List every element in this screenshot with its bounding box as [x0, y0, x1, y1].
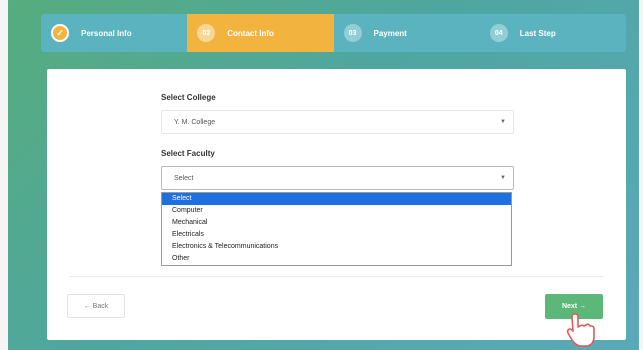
progress-steps: ✓ Personal Info 02 Contact Info 03 Payme…	[41, 14, 626, 52]
option-electronics-telecom[interactable]: Electronics & Telecommunications	[162, 241, 511, 253]
check-icon: ✓	[51, 24, 69, 42]
faculty-select[interactable]: Select ▼	[161, 166, 514, 190]
college-value: Y. M. College	[174, 119, 216, 126]
step-label: Contact Info	[227, 28, 274, 38]
step-label: Last Step	[519, 28, 556, 38]
chevron-down-icon: ▼	[500, 119, 506, 125]
divider	[69, 276, 604, 277]
option-select[interactable]: Select	[162, 193, 511, 205]
step-number: 03	[343, 24, 362, 42]
hand-pointer-icon	[566, 313, 595, 347]
step-number: 02	[197, 24, 216, 42]
step-contact-info[interactable]: 02 Contact Info	[187, 14, 334, 52]
step-label: Personal Info	[81, 28, 132, 38]
faculty-dropdown-list: Select Computer Mechanical Electricals E…	[161, 192, 512, 266]
step-last-step[interactable]: 04 Last Step	[480, 14, 626, 52]
step-personal-info[interactable]: ✓ Personal Info	[41, 14, 187, 52]
option-electricals[interactable]: Electricals	[162, 229, 511, 241]
option-other[interactable]: Other	[162, 253, 511, 265]
option-mechanical[interactable]: Mechanical	[162, 217, 511, 229]
form-card: Select College Y. M. College ▼ Select Fa…	[47, 69, 626, 340]
step-payment[interactable]: 03 Payment	[334, 14, 480, 52]
college-select[interactable]: Y. M. College ▼	[161, 110, 514, 134]
step-number: 04	[489, 24, 508, 42]
college-label: Select College	[161, 93, 216, 102]
back-button[interactable]: ← Back	[67, 294, 125, 318]
right-edge	[639, 0, 643, 350]
chevron-down-icon: ▼	[500, 175, 506, 181]
faculty-label: Select Faculty	[161, 149, 215, 158]
faculty-value: Select	[174, 175, 194, 182]
left-edge	[0, 0, 8, 350]
step-label: Payment	[373, 28, 407, 38]
option-computer[interactable]: Computer	[162, 205, 511, 217]
